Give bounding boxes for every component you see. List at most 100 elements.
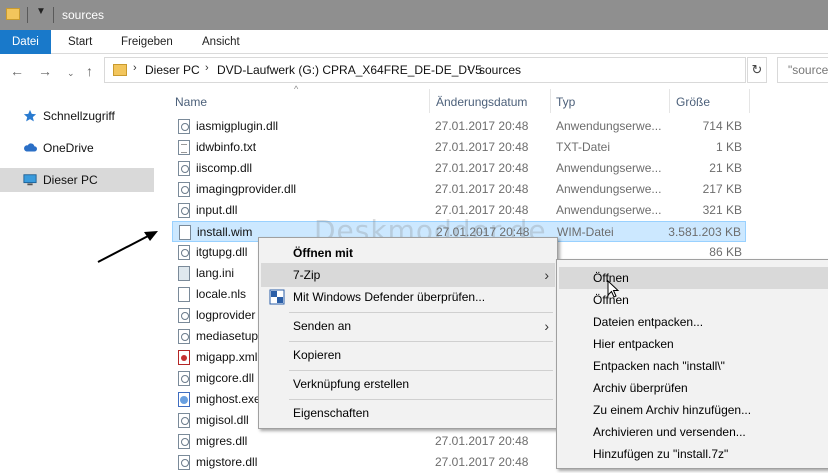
menu-divider	[289, 370, 553, 371]
menu-item-label: Senden an	[293, 319, 352, 333]
file-name: migisol.dll	[196, 413, 249, 427]
file-date: 27.01.2017 20:48	[435, 455, 529, 469]
file-name: imagingprovider.dll	[196, 182, 297, 196]
file-type: WIM-Datei	[557, 225, 614, 239]
table-row[interactable]: iiscomp.dll 27.01.2017 20:48 Anwendungserw…	[172, 158, 746, 179]
column-header-type[interactable]: Typ	[556, 92, 575, 112]
file-icon	[178, 329, 190, 344]
tab-ansicht[interactable]: Ansicht	[190, 30, 252, 54]
file-date: 27.01.2017 20:48	[435, 119, 529, 133]
file-size: 217 KB	[702, 182, 742, 196]
quick-access-dropdown-icon[interactable]: ▼	[36, 6, 46, 17]
breadcrumb-dvd-drive[interactable]: DVD-Laufwerk (G:) CPRA_X64FRE_DE-DE_DV5	[217, 63, 482, 77]
file-icon	[178, 287, 190, 302]
menu-item-7zip[interactable]: 7-Zip ›	[261, 263, 555, 287]
menu-item-send-to[interactable]: Senden an ›	[261, 314, 555, 338]
sort-ascending-icon: ^	[294, 84, 299, 94]
submenu-item[interactable]: Hier entpacken	[559, 333, 828, 355]
file-name: migcore.dll	[196, 371, 255, 385]
tab-start[interactable]: Start	[56, 30, 104, 54]
file-icon	[178, 371, 190, 386]
tab-freigeben[interactable]: Freigeben	[109, 30, 185, 54]
breadcrumb-sources[interactable]: sources	[479, 63, 521, 77]
tab-datei[interactable]: Datei	[0, 30, 51, 54]
file-icon	[178, 182, 190, 197]
column-header-name[interactable]: Name	[175, 92, 207, 112]
menu-item-label: Mit Windows Defender überprüfen...	[293, 290, 486, 304]
sidebar-item-dieser-pc[interactable]: Dieser PC	[0, 168, 154, 192]
menu-item-open-with[interactable]: Öffnen mit	[261, 241, 555, 265]
submenu-item[interactable]: Archivieren und versenden...	[559, 421, 828, 443]
sidebar-item-label: OneDrive	[43, 141, 94, 155]
file-name: lang.ini	[196, 266, 235, 280]
annotation-arrow-icon	[97, 231, 158, 263]
menu-divider	[289, 312, 553, 313]
column-header-date[interactable]: Änderungsdatum	[436, 92, 527, 112]
context-menu: Öffnen mit 7-Zip › Mit Windows Defender …	[258, 237, 558, 429]
file-name: locale.nls	[196, 287, 247, 301]
table-row[interactable]: iasmigplugin.dll 27.01.2017 20:48 Anwendun…	[172, 116, 746, 137]
submenu-item[interactable]: Dateien entpacken...	[559, 311, 828, 333]
file-name: migstore.dll	[196, 455, 258, 469]
sidebar-item-schnellzugriff[interactable]: Schnellzugriff	[0, 104, 154, 128]
file-date: 27.01.2017 20:48	[435, 161, 529, 175]
search-input[interactable]: "sources"	[777, 57, 828, 83]
column-divider[interactable]	[429, 89, 430, 113]
title-bar: ▼ sources	[0, 0, 828, 30]
sidebar-item-label: Schnellzugriff	[43, 109, 115, 123]
navigation-pane: Schnellzugriff OneDrive Dieser PC	[0, 88, 158, 464]
chevron-right-icon[interactable]: ›	[205, 62, 209, 74]
chevron-right-icon[interactable]: ›	[133, 62, 137, 74]
back-arrow-icon[interactable]: ←	[10, 63, 24, 79]
mouse-cursor-icon	[607, 280, 620, 298]
file-name: iiscomp.dll	[196, 161, 253, 175]
file-date: 27.01.2017 20:48	[435, 434, 529, 448]
up-arrow-icon[interactable]: ↑	[86, 63, 93, 79]
column-header-size[interactable]: Größe	[676, 92, 710, 112]
file-name: install.wim	[197, 225, 253, 239]
column-divider[interactable]	[669, 89, 670, 113]
file-icon	[178, 413, 190, 428]
column-divider[interactable]	[749, 89, 750, 113]
ribbon-tabs: Datei Start Freigeben Ansicht	[0, 30, 828, 54]
file-date: 27.01.2017 20:48	[435, 140, 529, 154]
file-size: 1 KB	[715, 140, 742, 154]
sidebar-item-label: Dieser PC	[43, 173, 98, 187]
submenu-item[interactable]: Hinzufügen zu "install.7z"	[559, 443, 828, 465]
file-type: Anwendungserwe...	[556, 119, 662, 133]
menu-item-copy[interactable]: Kopieren	[261, 343, 555, 367]
divider	[27, 7, 28, 23]
breadcrumb-dieser-pc[interactable]: Dieser PC	[145, 63, 200, 77]
column-divider[interactable]	[550, 89, 551, 113]
file-type: TXT-Datei	[556, 140, 611, 154]
menu-item-defender-scan[interactable]: Mit Windows Defender überprüfen...	[261, 285, 555, 309]
submenu-item[interactable]: Öffnen	[559, 289, 828, 311]
file-size: 3.581.203 KB	[668, 225, 741, 239]
file-name: itgtupg.dll	[196, 245, 248, 259]
submenu-item[interactable]: Archiv überprüfen	[559, 377, 828, 399]
computer-icon	[23, 174, 37, 186]
table-row[interactable]: imagingprovider.dll 27.01.2017 20:48 Anwen…	[172, 179, 746, 200]
file-size: 321 KB	[702, 203, 742, 217]
submenu-item[interactable]: Entpacken nach "install\"	[559, 355, 828, 377]
file-icon	[178, 308, 190, 323]
submenu-item[interactable]: Öffnen	[559, 267, 828, 289]
file-icon	[178, 245, 190, 260]
file-icon	[178, 161, 190, 176]
recent-locations-chevron-icon[interactable]: ⌄	[67, 68, 75, 79]
menu-item-properties[interactable]: Eigenschaften	[261, 401, 555, 425]
star-icon	[23, 109, 37, 122]
address-bar[interactable]: › Dieser PC › DVD-Laufwerk (G:) CPRA_X64…	[104, 57, 746, 83]
chevron-right-icon[interactable]: ›	[467, 62, 471, 74]
file-size: 86 KB	[709, 245, 742, 259]
file-name: mediasetup	[196, 329, 259, 343]
file-name: iasmigplugin.dll	[196, 119, 279, 133]
table-row[interactable]: idwbinfo.txt 27.01.2017 20:48 TXT-Datei 1 K…	[172, 137, 746, 158]
menu-item-create-shortcut[interactable]: Verknüpfung erstellen	[261, 372, 555, 396]
refresh-icon[interactable]: ↻	[747, 57, 767, 83]
submenu-item[interactable]: Zu einem Archiv hinzufügen...	[559, 399, 828, 421]
file-icon	[178, 350, 190, 365]
sidebar-item-onedrive[interactable]: OneDrive	[0, 136, 154, 160]
forward-arrow-icon[interactable]: →	[38, 63, 52, 79]
file-name: migres.dll	[196, 434, 248, 448]
